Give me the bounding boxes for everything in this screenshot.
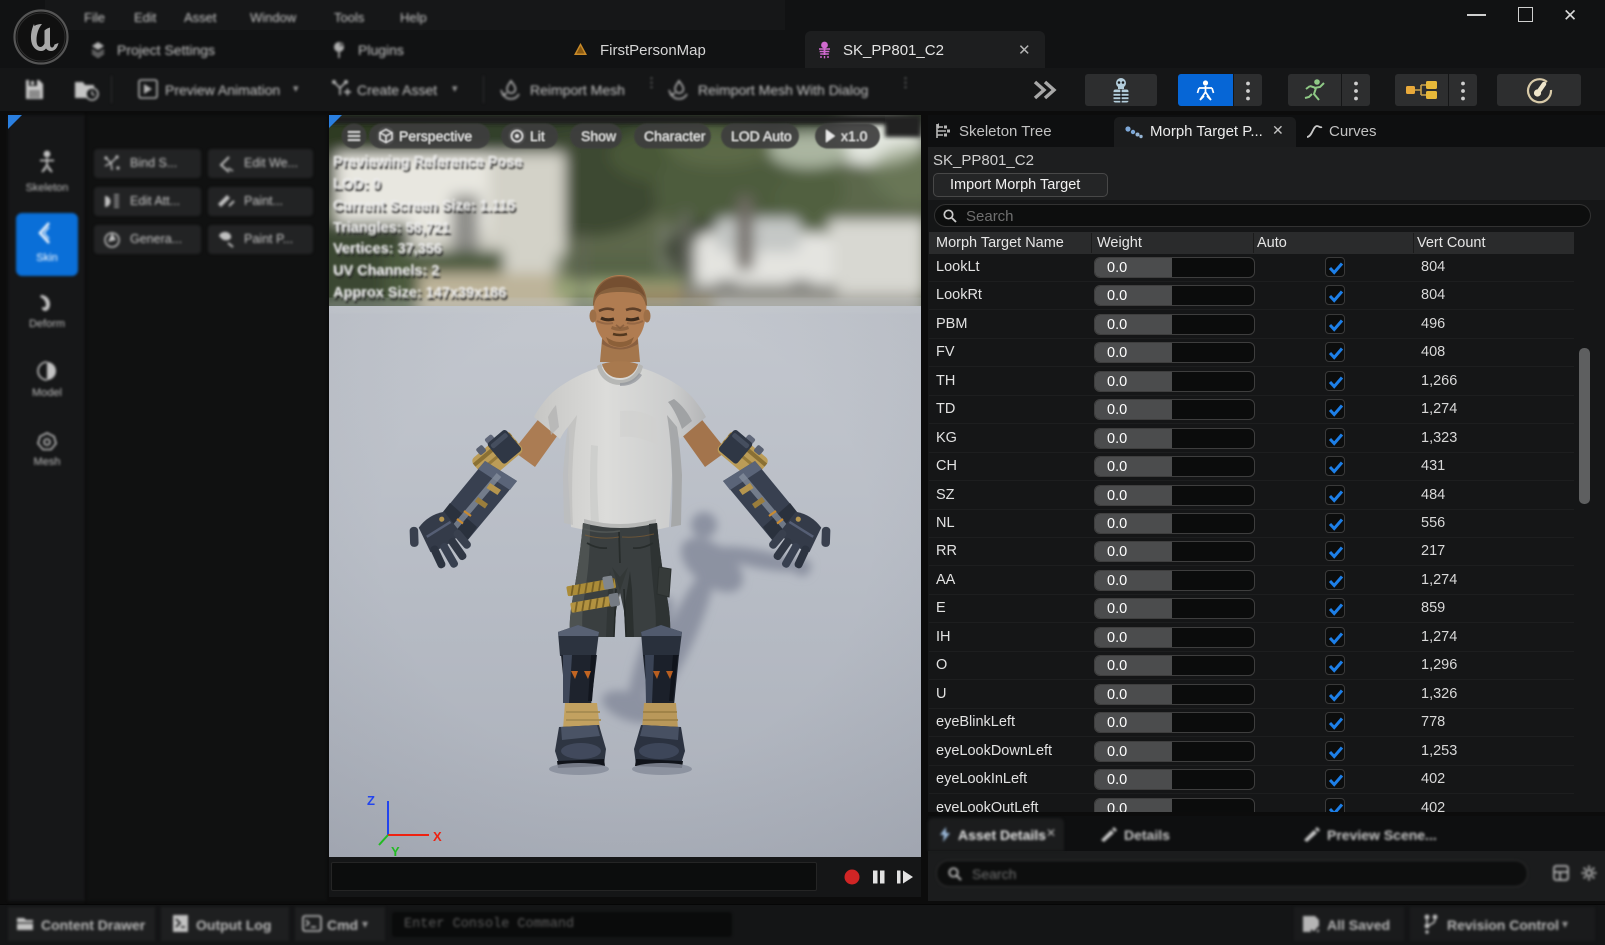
svg-text:Y: Y	[391, 844, 400, 857]
svg-text:Vertices: 37,356: Vertices: 37,356	[333, 241, 442, 257]
svg-text:X: X	[433, 829, 442, 844]
svg-text:LOD: 0: LOD: 0	[333, 176, 381, 192]
svg-text:Show: Show	[581, 128, 617, 144]
svg-text:Lit: Lit	[530, 128, 545, 144]
svg-text:Triangles: 58,721: Triangles: 58,721	[333, 220, 450, 236]
svg-text:Character: Character	[644, 128, 706, 144]
svg-text:Perspective: Perspective	[399, 128, 472, 144]
svg-text:Current Screen Size: 1.115: Current Screen Size: 1.115	[333, 198, 515, 214]
svg-text:Z: Z	[367, 793, 375, 808]
svg-text:UV Channels: 2: UV Channels: 2	[333, 263, 439, 279]
svg-text:LOD Auto: LOD Auto	[731, 128, 792, 144]
svg-text:x1.0: x1.0	[841, 128, 868, 144]
svg-text:Approx Size: 147x39x186: Approx Size: 147x39x186	[333, 285, 506, 301]
svg-text:Previewing Reference Pose: Previewing Reference Pose	[333, 154, 522, 170]
